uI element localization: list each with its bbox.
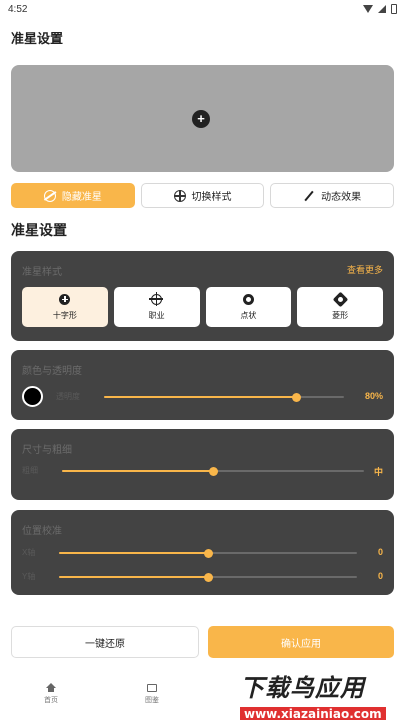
switch-style-button[interactable]: 切换样式 bbox=[140, 183, 265, 208]
crosshair-preview-icon: + bbox=[192, 110, 210, 128]
thickness-label: 粗细 bbox=[22, 466, 38, 475]
battery-icon bbox=[391, 4, 397, 14]
tab-home-label: 首页 bbox=[44, 697, 58, 704]
hide-crosshair-button[interactable]: 隐藏准星 bbox=[11, 183, 135, 208]
signal-icon bbox=[378, 5, 386, 13]
crosshair-icon bbox=[173, 189, 186, 202]
opacity-slider-thumb[interactable] bbox=[291, 392, 301, 402]
opacity-slider[interactable] bbox=[104, 392, 344, 402]
thickness-slider-thumb[interactable] bbox=[208, 466, 218, 476]
home-icon bbox=[46, 683, 56, 692]
hide-crosshair-label: 隐藏准星 bbox=[61, 192, 102, 203]
style-option-label: 菱形 bbox=[332, 310, 349, 320]
dynamic-effect-label: 动态效果 bbox=[321, 192, 362, 203]
size-card-title: 尺寸与粗细 bbox=[22, 445, 72, 456]
thickness-slider[interactable] bbox=[62, 466, 364, 476]
status-icons bbox=[363, 4, 397, 14]
dynamic-effect-button[interactable]: 动态效果 bbox=[270, 183, 395, 208]
y-axis-slider-thumb[interactable] bbox=[203, 572, 213, 582]
y-axis-slider-fill bbox=[59, 576, 208, 578]
page-title: 准星设置 bbox=[11, 31, 64, 46]
style-option-cross[interactable]: 十字形 bbox=[22, 287, 108, 327]
style-option-label: 职业 bbox=[148, 310, 165, 320]
crosshair-target-icon bbox=[149, 291, 164, 306]
position-card: 位置校准 X轴 0 Y轴 0 bbox=[11, 510, 394, 595]
image-icon bbox=[147, 684, 157, 692]
style-option-pro[interactable]: 职业 bbox=[113, 287, 200, 327]
x-axis-value: 0 bbox=[377, 547, 383, 557]
ring-dot-icon bbox=[242, 293, 254, 305]
plus-circle-icon bbox=[59, 293, 71, 305]
style-option-label: 点状 bbox=[240, 310, 257, 320]
bottom-actions: 一键还原 确认应用 bbox=[11, 626, 394, 658]
eye-off-icon bbox=[43, 189, 56, 202]
opacity-slider-fill bbox=[104, 396, 296, 398]
y-axis-row: Y轴 0 bbox=[22, 570, 383, 584]
reset-button[interactable]: 一键还原 bbox=[11, 626, 199, 658]
status-bar: 4:52 bbox=[0, 0, 405, 18]
style-option-dot[interactable]: 点状 bbox=[205, 287, 292, 327]
opacity-row: 透明度 80% bbox=[22, 386, 383, 407]
y-axis-value: 0 bbox=[377, 571, 383, 581]
opacity-label: 透明度 bbox=[56, 392, 80, 401]
style-card: 准星样式 查看更多 十字形 职业 点状 菱形 bbox=[11, 251, 394, 341]
watermark: 下载鸟应用 www.xiazainiao.com bbox=[240, 668, 400, 720]
color-card-title: 颜色与透明度 bbox=[22, 366, 82, 377]
color-card: 颜色与透明度 透明度 80% bbox=[11, 350, 394, 420]
style-card-title: 准星样式 bbox=[22, 267, 62, 278]
position-card-title: 位置校准 bbox=[22, 526, 62, 537]
thickness-row: 粗细 中 bbox=[22, 464, 383, 478]
color-swatch[interactable] bbox=[22, 386, 43, 407]
tab-home[interactable]: 首页 bbox=[26, 683, 76, 705]
watermark-brand: 下载鸟应用 bbox=[240, 674, 365, 702]
apply-button[interactable]: 确认应用 bbox=[208, 626, 394, 658]
status-time: 4:52 bbox=[8, 3, 28, 15]
size-card: 尺寸与粗细 粗细 中 bbox=[11, 429, 394, 500]
thickness-slider-fill bbox=[62, 470, 213, 472]
tab-gallery[interactable]: 图鉴 bbox=[127, 683, 177, 705]
x-axis-slider-thumb[interactable] bbox=[203, 548, 213, 558]
thickness-value: 中 bbox=[373, 467, 383, 477]
style-options: 十字形 职业 点状 菱形 bbox=[22, 287, 383, 327]
switch-style-label: 切换样式 bbox=[191, 192, 232, 203]
x-axis-row: X轴 0 bbox=[22, 546, 383, 560]
x-axis-slider[interactable] bbox=[59, 548, 357, 558]
view-more-link[interactable]: 查看更多 bbox=[347, 263, 383, 276]
watermark-url: www.xiazainiao.com bbox=[240, 707, 386, 720]
opacity-value: 80% bbox=[364, 391, 383, 401]
wifi-icon bbox=[363, 5, 373, 13]
diamond-icon bbox=[332, 291, 348, 307]
magic-wand-icon bbox=[303, 190, 315, 202]
y-axis-label: Y轴 bbox=[22, 572, 36, 581]
style-option-label: 十字形 bbox=[52, 310, 77, 320]
x-axis-slider-fill bbox=[59, 552, 208, 554]
x-axis-label: X轴 bbox=[22, 548, 36, 557]
action-buttons: 隐藏准星 切换样式 动态效果 bbox=[11, 183, 395, 208]
section-title: 准星设置 bbox=[11, 222, 67, 238]
tab-gallery-label: 图鉴 bbox=[145, 697, 159, 704]
y-axis-slider[interactable] bbox=[59, 572, 357, 582]
style-option-diamond[interactable]: 菱形 bbox=[297, 287, 383, 327]
